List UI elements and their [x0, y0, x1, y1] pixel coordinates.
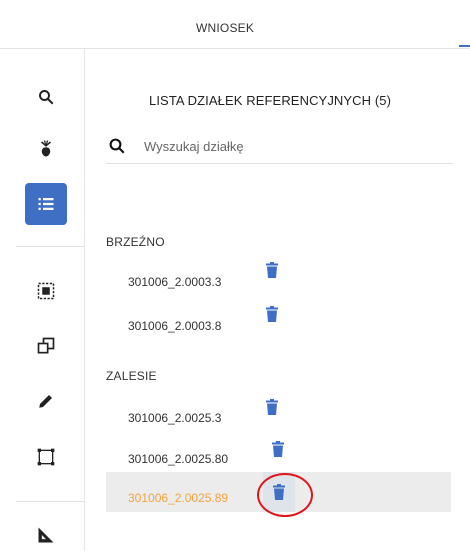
parcel-label: 301006_2.0025.89 — [128, 491, 229, 505]
list-item[interactable]: 301006_2.0025.80 — [106, 436, 451, 476]
parcel-label: 301006_2.0003.3 — [128, 275, 222, 289]
search-icon — [109, 138, 125, 154]
parcel-label: 301006_2.0025.3 — [128, 411, 222, 425]
delete-button[interactable] — [264, 441, 292, 471]
list-icon — [38, 198, 54, 210]
toolbar-divider — [16, 246, 84, 247]
measure-tool-button[interactable] — [25, 514, 67, 556]
select-area-tool-button[interactable] — [25, 270, 67, 312]
search-tool-button[interactable] — [25, 76, 67, 118]
search-icon — [39, 90, 54, 105]
parcel-label: 301006_2.0025.80 — [128, 452, 229, 466]
copy-shape-tool-button[interactable] — [25, 325, 67, 367]
group-label-zalesie: ZALESIE — [106, 369, 157, 383]
list-item[interactable]: 301006_2.0025.3 — [106, 395, 451, 435]
tab-wniosek[interactable]: WNIOSEK — [196, 21, 254, 35]
edit-tool-button[interactable] — [25, 380, 67, 422]
trash-icon — [272, 441, 284, 457]
search-box — [106, 133, 453, 164]
list-item[interactable]: 301006_2.0003.8 — [106, 302, 451, 342]
bounding-box-icon — [37, 448, 55, 466]
highlight-circle — [257, 473, 313, 517]
bounding-box-tool-button[interactable] — [25, 436, 67, 478]
select-area-icon — [37, 282, 55, 300]
active-tab-indicator — [459, 45, 470, 47]
trash-icon — [266, 306, 278, 322]
group-label-brzezno: BRZEŹNO — [106, 235, 165, 249]
trash-icon — [266, 262, 278, 278]
copy-shape-icon — [37, 337, 55, 354]
crop-tool-button[interactable] — [25, 127, 67, 169]
delete-button[interactable] — [258, 262, 286, 292]
trash-icon — [266, 399, 278, 415]
list-tool-button[interactable] — [25, 183, 67, 225]
measure-icon — [38, 527, 54, 543]
delete-button[interactable] — [258, 306, 286, 336]
delete-button[interactable] — [258, 399, 286, 429]
toolbar-divider — [16, 501, 84, 502]
top-bar: WNIOSEK — [0, 0, 470, 49]
list-item[interactable]: 301006_2.0003.3 — [106, 258, 451, 298]
search-input[interactable] — [144, 136, 444, 156]
left-toolbar — [8, 49, 85, 551]
edit-icon — [39, 395, 52, 408]
panel-title: LISTA DZIAŁEK REFERENCYJNYCH (5) — [149, 93, 392, 108]
parcel-label: 301006_2.0003.8 — [128, 319, 222, 333]
crop-icon — [41, 140, 51, 157]
